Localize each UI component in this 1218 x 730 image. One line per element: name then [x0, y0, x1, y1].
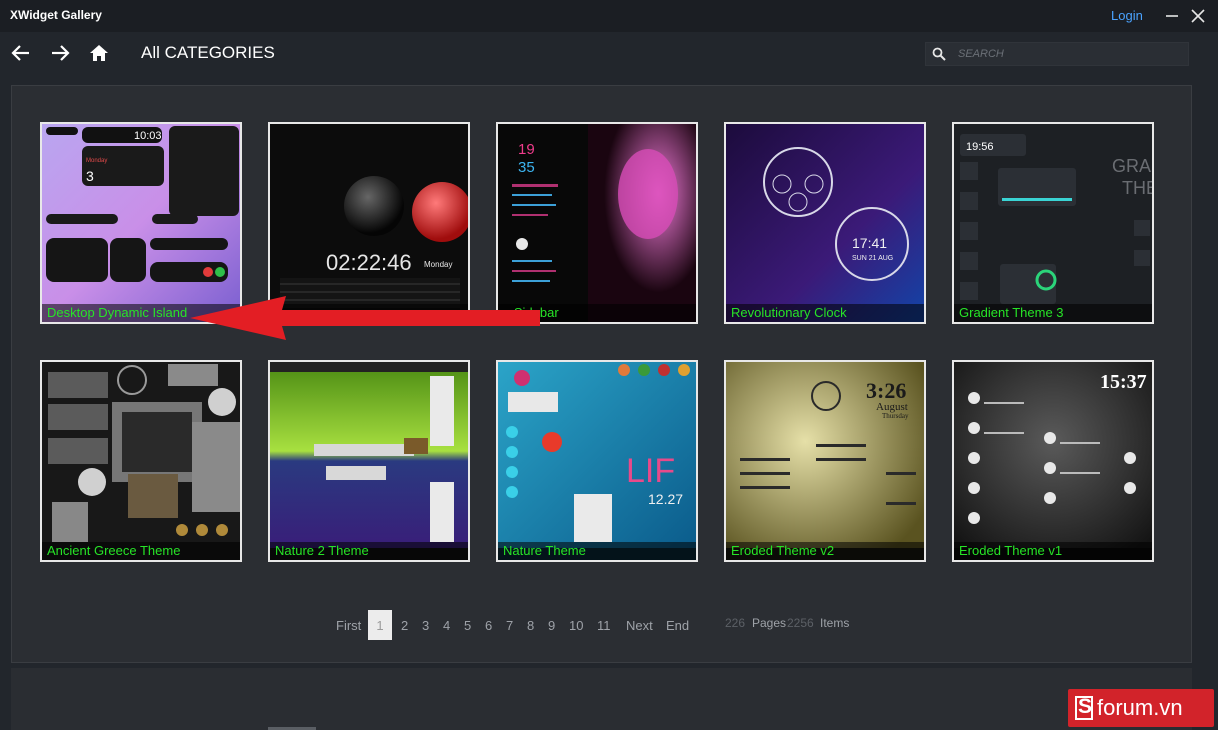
- svg-text:10:03: 10:03: [134, 130, 162, 142]
- svg-text:3:26: 3:26: [866, 378, 906, 403]
- total-items-count: 2256: [787, 616, 814, 630]
- page-link[interactable]: 9: [548, 618, 555, 633]
- tile-label: Revolutionary Clock: [726, 304, 924, 322]
- minimize-button[interactable]: [1160, 4, 1184, 28]
- thumbnail-image: 15:37: [954, 362, 1152, 560]
- login-link[interactable]: Login: [1111, 8, 1143, 23]
- gallery-item-eroded-theme-v1[interactable]: 15:37 Eroded Theme v1: [952, 360, 1154, 562]
- page-current: 1: [368, 610, 392, 640]
- pages-label: Pages: [752, 616, 787, 630]
- home-button[interactable]: [86, 40, 112, 66]
- page-link[interactable]: 10: [569, 618, 583, 633]
- page-end-link[interactable]: End: [666, 618, 689, 633]
- close-icon: [1191, 9, 1205, 23]
- watermark-logo: S forum.vn: [1068, 689, 1214, 727]
- tile-label: Ancient Greece Theme: [42, 542, 240, 560]
- bottom-strip: [11, 668, 1192, 730]
- svg-text:17:41: 17:41: [852, 235, 887, 251]
- tile-label: Nature 2 Theme: [270, 542, 468, 560]
- svg-text:3: 3: [86, 168, 94, 184]
- total-pages-count: 226: [725, 616, 746, 630]
- arrow-left-icon: [11, 45, 29, 61]
- forward-button[interactable]: [47, 40, 73, 66]
- gallery-item-gradient-theme-3[interactable]: 19:56 GRAD THE Gradient Theme 3: [952, 122, 1154, 324]
- search-input[interactable]: [958, 44, 1188, 64]
- gallery-item-revolutionary-clock[interactable]: 17:41 SUN 21 AUG Revolutionary Clock: [724, 122, 926, 324]
- gallery-item-eroded-theme-v2[interactable]: 3:26 August Thursday Eroded Theme v2: [724, 360, 926, 562]
- svg-text:LIF: LIF: [626, 452, 675, 490]
- thumbnail-image: [270, 362, 468, 560]
- thumbnail-image: 3:26 August Thursday: [726, 362, 924, 560]
- gallery-item-clock-theme[interactable]: 02:22:46 Monday: [268, 122, 470, 324]
- thumbnail-image: LIF 12.27: [498, 362, 696, 560]
- tile-label: Eroded Theme v1: [954, 542, 1152, 560]
- pagination: First 1 2 3 4 5 6 7 8 9 10 11 Next End 2…: [0, 610, 1218, 642]
- page-link[interactable]: 5: [464, 618, 471, 633]
- app-title: XWidget Gallery: [10, 8, 102, 22]
- svg-text:GRAD: GRAD: [1112, 156, 1152, 176]
- svg-text:12.27: 12.27: [648, 491, 683, 507]
- tile-label: Gradient Theme 3: [954, 304, 1152, 322]
- page-first-link[interactable]: First: [336, 618, 361, 633]
- back-button[interactable]: [8, 40, 34, 66]
- thumbnail-image: 17:41 SUN 21 AUG: [726, 124, 924, 322]
- page-link[interactable]: 2: [401, 618, 408, 633]
- thumbnail-image: 19:56 GRAD THE: [954, 124, 1152, 322]
- title-bar: XWidget Gallery Login: [0, 0, 1218, 32]
- svg-text:02:22:46: 02:22:46: [326, 250, 412, 275]
- thumbnail-image: 10:03 Monday 3: [42, 124, 240, 322]
- watermark-text: forum.vn: [1097, 695, 1183, 720]
- svg-text:Monday: Monday: [86, 158, 107, 164]
- minimize-icon: [1166, 15, 1178, 17]
- svg-text:THE: THE: [1122, 178, 1152, 198]
- page-link[interactable]: 4: [443, 618, 450, 633]
- gallery-item-nature-theme[interactable]: LIF 12.27 Nature Theme: [496, 360, 698, 562]
- page-link[interactable]: 6: [485, 618, 492, 633]
- svg-text:15:37: 15:37: [1100, 371, 1147, 393]
- search-box[interactable]: [925, 42, 1189, 66]
- gallery-item-nature-2-theme[interactable]: Nature 2 Theme: [268, 360, 470, 562]
- svg-text:19: 19: [518, 141, 535, 158]
- annotation-arrow: [190, 296, 540, 340]
- tile-label: Nature Theme: [498, 542, 696, 560]
- close-button[interactable]: [1186, 4, 1210, 28]
- gallery-item-desktop-dynamic-island[interactable]: 10:03 Monday 3 Desktop Dynamic Island: [40, 122, 242, 324]
- thumbnail-image: 19 35: [498, 124, 696, 322]
- svg-text:35: 35: [518, 159, 535, 176]
- svg-text:19:56: 19:56: [966, 141, 994, 153]
- page-next-link[interactable]: Next: [626, 618, 653, 633]
- category-title: All CATEGORIES: [141, 43, 275, 62]
- page-link[interactable]: 7: [506, 618, 513, 633]
- arrow-right-icon: [52, 45, 70, 61]
- tile-label: Eroded Theme v2: [726, 542, 924, 560]
- svg-text:Monday: Monday: [424, 260, 452, 269]
- home-icon: [90, 45, 108, 61]
- svg-text:Thursday: Thursday: [882, 412, 909, 420]
- svg-text:SUN 21 AUG: SUN 21 AUG: [852, 255, 893, 262]
- gallery-item-sidebar[interactable]: 19 35 e Sidebar: [496, 122, 698, 324]
- items-label: Items: [820, 616, 850, 630]
- watermark-badge: S: [1075, 695, 1093, 720]
- page-link[interactable]: 8: [527, 618, 534, 633]
- toolbar: All CATEGORIES: [0, 32, 1218, 74]
- thumbnail-image: [42, 362, 240, 560]
- page-link[interactable]: 11: [597, 618, 611, 633]
- thumbnail-image: 02:22:46 Monday: [270, 124, 468, 322]
- page-link[interactable]: 3: [422, 618, 429, 633]
- search-icon: [926, 43, 952, 65]
- gallery-item-ancient-greece-theme[interactable]: Ancient Greece Theme: [40, 360, 242, 562]
